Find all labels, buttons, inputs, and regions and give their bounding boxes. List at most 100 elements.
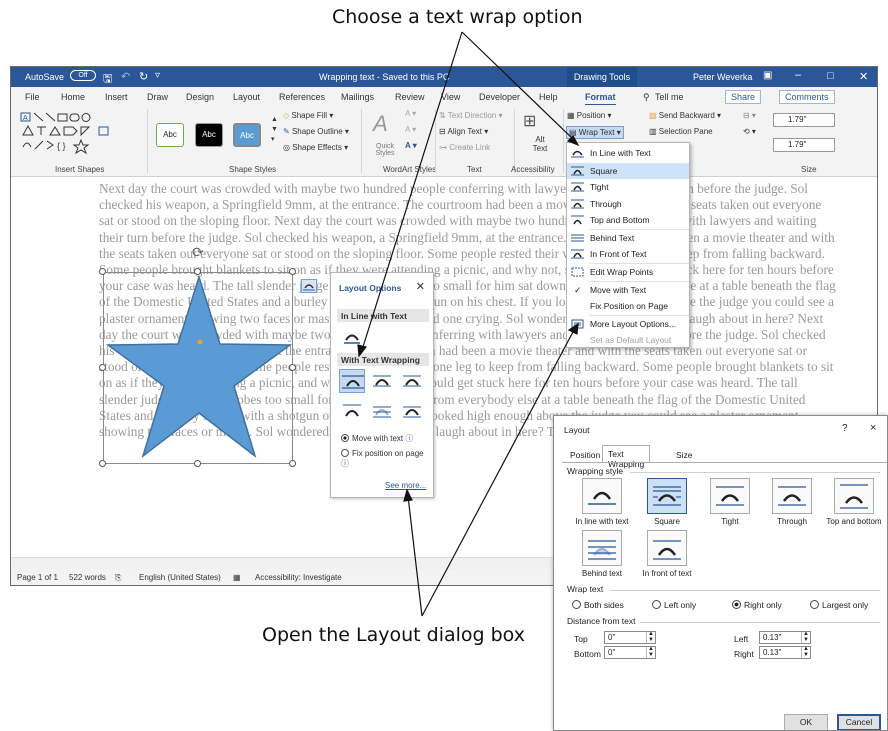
wrap-square-option-icon[interactable] xyxy=(339,369,365,393)
left-only-radio[interactable]: Left only xyxy=(652,600,696,610)
wrap-front-option-icon[interactable] xyxy=(403,403,421,419)
ribbon-display-icon[interactable]: ▣ xyxy=(763,70,772,81)
height-input[interactable]: 1.79" xyxy=(773,113,835,127)
shape-style-blue[interactable]: Abc xyxy=(233,123,261,147)
text-outline-icon[interactable]: A ▾ xyxy=(405,125,416,134)
menu-item-move-with-text[interactable]: ✓ Move with Text xyxy=(567,282,689,298)
create-link-button[interactable]: ⊶ Create Link xyxy=(439,143,490,152)
shape-fill-button[interactable]: ◇ Shape Fill ▾ xyxy=(283,111,333,120)
tab-review[interactable]: Review xyxy=(395,92,425,102)
top-distance-input[interactable]: 0" ▲ ▼ xyxy=(604,631,656,644)
style-top-bottom-button[interactable] xyxy=(834,478,874,514)
send-backward-button[interactable]: ▨ Send Backward ▾ xyxy=(649,111,721,120)
spinner-arrows-icon[interactable]: ▲ ▼ xyxy=(801,646,810,658)
customize-qat-icon[interactable]: ▿ xyxy=(155,70,160,81)
tab-mailings[interactable]: Mailings xyxy=(341,92,374,102)
shape-effects-button[interactable]: ◎ Shape Effects ▾ xyxy=(283,143,348,152)
resize-handle-ne[interactable] xyxy=(289,268,296,275)
menu-item-edit-wrap-points[interactable]: Edit Wrap Points xyxy=(567,264,689,280)
resize-handle-e[interactable] xyxy=(289,364,296,371)
style-square-button[interactable] xyxy=(647,478,687,514)
comments-button[interactable]: Comments xyxy=(779,90,835,104)
wrap-tight-option-icon[interactable] xyxy=(373,373,391,389)
rotate-icon[interactable]: ⟲ ▾ xyxy=(743,127,756,136)
right-distance-input[interactable]: 0.13" ▲ ▼ xyxy=(759,646,811,659)
minimize-icon[interactable]: – xyxy=(795,69,801,81)
spinner-arrows-icon[interactable]: ▲ ▼ xyxy=(646,646,655,658)
style-through-button[interactable] xyxy=(772,478,812,514)
right-only-radio[interactable]: Right only xyxy=(732,600,782,610)
tab-help[interactable]: Help xyxy=(539,92,558,102)
menu-item-in-front[interactable]: In Front of Text xyxy=(567,246,689,262)
resize-handle-sw[interactable] xyxy=(99,460,106,467)
wrap-through-option-icon[interactable] xyxy=(403,373,421,389)
track-icon[interactable]: ▦ xyxy=(233,573,241,582)
accessibility-status[interactable]: Accessibility: Investigate xyxy=(255,573,342,582)
tab-size[interactable]: Size xyxy=(670,446,699,462)
left-distance-input[interactable]: 0.13" ▲ ▼ xyxy=(759,631,811,644)
menu-item-top-bottom[interactable]: Top and Bottom xyxy=(567,212,689,228)
autosave-toggle[interactable]: Off xyxy=(70,70,96,81)
close-icon[interactable]: × xyxy=(870,422,876,434)
page-count[interactable]: Page 1 of 1 xyxy=(17,573,58,582)
wrap-behind-option-icon[interactable] xyxy=(373,403,391,419)
largest-only-radio[interactable]: Largest only xyxy=(810,600,868,610)
tab-home[interactable]: Home xyxy=(61,92,85,102)
menu-item-in-line[interactable]: In Line with Text xyxy=(567,145,689,161)
word-count[interactable]: 522 words xyxy=(69,573,106,582)
style-in-front-button[interactable] xyxy=(647,530,687,566)
close-icon[interactable]: ✕ xyxy=(859,70,868,83)
alt-text-button[interactable]: Alt Text xyxy=(529,135,551,153)
resize-handle-se[interactable] xyxy=(289,460,296,467)
shape-selection-frame[interactable] xyxy=(103,272,293,464)
tab-position[interactable]: Position xyxy=(564,446,606,462)
cancel-button[interactable]: Cancel xyxy=(837,714,881,730)
resize-handle-n[interactable] xyxy=(194,268,201,275)
ok-button[interactable]: OK xyxy=(784,714,828,730)
both-sides-radio[interactable]: Both sides xyxy=(572,600,624,610)
align-text-button[interactable]: ⊟ Align Text ▾ xyxy=(439,127,488,136)
tab-design[interactable]: Design xyxy=(186,92,214,102)
text-direction-button[interactable]: ⇅ Text Direction ▾ xyxy=(439,111,503,120)
tab-format[interactable]: Format xyxy=(585,92,616,106)
tab-references[interactable]: References xyxy=(279,92,325,102)
wrap-inline-icon[interactable] xyxy=(343,329,361,345)
user-name[interactable]: Peter Weverka xyxy=(693,72,752,82)
layout-options-button[interactable] xyxy=(301,279,317,293)
star-shape[interactable] xyxy=(104,273,294,465)
maximize-icon[interactable]: □ xyxy=(827,70,834,82)
tab-view[interactable]: View xyxy=(441,92,460,102)
undo-icon[interactable]: ↶ xyxy=(121,70,130,83)
style-tight-button[interactable] xyxy=(710,478,750,514)
help-icon[interactable]: ? xyxy=(842,423,848,434)
position-button[interactable]: ▦ Position ▾ xyxy=(567,111,612,120)
resize-handle-w[interactable] xyxy=(99,364,106,371)
menu-item-square[interactable]: Square xyxy=(567,163,689,179)
tab-draw[interactable]: Draw xyxy=(147,92,168,102)
close-icon[interactable]: ✕ xyxy=(416,280,425,293)
text-fill-icon[interactable]: A ▾ xyxy=(405,109,416,118)
text-effects-icon[interactable]: A ▾ xyxy=(405,141,417,150)
star-shape-fill[interactable] xyxy=(105,274,293,459)
proofing-icon[interactable]: ⎘ xyxy=(115,573,121,583)
shape-style-white[interactable]: Abc xyxy=(156,123,184,147)
see-more-link[interactable]: See more... xyxy=(385,481,426,490)
style-scroll-icon[interactable]: ▲ ▼ ▾ xyxy=(271,115,278,145)
wrap-top-bottom-option-icon[interactable] xyxy=(343,403,361,419)
fix-position-option[interactable]: Fix position on page ⓘ xyxy=(341,449,431,469)
shape-gallery[interactable]: A { } xyxy=(19,111,137,157)
resize-handle-nw[interactable] xyxy=(99,268,106,275)
style-in-line-button[interactable] xyxy=(582,478,622,514)
menu-item-tight[interactable]: Tight xyxy=(567,179,689,195)
tab-layout[interactable]: Layout xyxy=(233,92,260,102)
shape-outline-button[interactable]: ✎ Shape Outline ▾ xyxy=(283,127,349,136)
align-objects-icon[interactable]: ⊟ ▾ xyxy=(743,111,756,120)
selection-pane-button[interactable]: ▥ Selection Pane xyxy=(649,127,713,136)
menu-item-more-layout-options[interactable]: More Layout Options... xyxy=(567,316,689,332)
menu-item-fix-position[interactable]: Fix Position on Page xyxy=(567,298,689,314)
language[interactable]: English (United States) xyxy=(139,573,221,582)
redo-icon[interactable]: ↻ xyxy=(139,70,148,83)
menu-item-through[interactable]: Through xyxy=(567,196,689,212)
wrap-text-button[interactable]: ▤ Wrap Text ▾ xyxy=(566,126,624,139)
width-input[interactable]: 1.79" xyxy=(773,138,835,152)
